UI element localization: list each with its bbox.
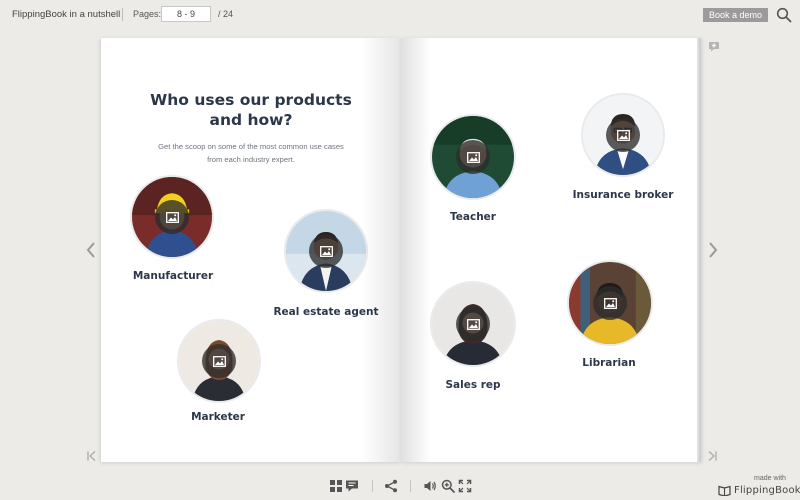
right-page[interactable]: Teacher Insurance broker Sales rep Libra… xyxy=(401,38,701,462)
book-demo-button[interactable]: Book a demo xyxy=(703,8,768,22)
book-icon xyxy=(718,485,731,496)
page-number-input[interactable] xyxy=(161,6,211,22)
role-label-marketer: Marketer xyxy=(191,411,245,423)
document-title: FlippingBook in a nutshell xyxy=(12,9,121,20)
marketer-photo[interactable] xyxy=(177,319,261,403)
divider xyxy=(372,480,373,492)
role-label-real-estate-agent: Real estate agent xyxy=(273,306,379,318)
role-label-insurance-broker: Insurance broker xyxy=(572,189,674,201)
role-label-librarian: Librarian xyxy=(582,357,636,369)
first-page-icon[interactable] xyxy=(86,449,98,461)
fullscreen-icon[interactable] xyxy=(458,479,472,493)
flipbook-spread: Who uses our products and how? Get the s… xyxy=(101,38,701,462)
real-estate-agent-photo[interactable] xyxy=(284,209,368,293)
brand-name: FlippingBook xyxy=(734,484,800,496)
left-page[interactable]: Who uses our products and how? Get the s… xyxy=(101,38,401,462)
role-label-manufacturer: Manufacturer xyxy=(132,270,214,282)
image-icon xyxy=(309,234,343,268)
librarian-photo[interactable] xyxy=(567,260,653,346)
add-note-icon[interactable] xyxy=(708,39,720,52)
next-page-arrow[interactable] xyxy=(706,240,720,260)
divider xyxy=(122,8,123,21)
insurance-broker-photo[interactable] xyxy=(581,93,665,177)
search-icon[interactable] xyxy=(776,7,792,23)
sales-rep-photo[interactable] xyxy=(430,281,516,367)
divider xyxy=(410,480,411,492)
notes-icon[interactable] xyxy=(345,479,359,493)
made-with-label: made with xyxy=(754,475,786,482)
image-icon xyxy=(456,307,490,341)
role-label-teacher: Teacher xyxy=(450,211,496,223)
role-label-sales-rep: Sales rep xyxy=(445,379,501,391)
image-icon xyxy=(456,140,490,174)
flippingbook-logo[interactable]: FlippingBook xyxy=(718,483,800,497)
pages-total: / 24 xyxy=(218,9,234,19)
sound-icon[interactable] xyxy=(423,479,437,493)
image-icon xyxy=(202,344,236,378)
image-icon xyxy=(606,118,640,152)
image-icon xyxy=(593,286,627,320)
pages-label: Pages: xyxy=(133,9,162,19)
teacher-photo[interactable] xyxy=(430,114,516,200)
page-subheading: Get the scoop on some of the most common… xyxy=(158,142,344,164)
manufacturer-photo[interactable] xyxy=(130,175,214,259)
previous-page-arrow[interactable] xyxy=(84,240,98,260)
last-page-icon[interactable] xyxy=(706,449,718,461)
share-icon[interactable] xyxy=(384,479,398,493)
top-bar: FlippingBook in a nutshell Pages: / 24 B… xyxy=(0,0,800,30)
page-heading: Who uses our products and how? xyxy=(150,91,352,129)
image-icon xyxy=(155,200,189,234)
zoom-in-icon[interactable] xyxy=(441,479,455,493)
thumbnails-icon[interactable] xyxy=(329,479,343,493)
